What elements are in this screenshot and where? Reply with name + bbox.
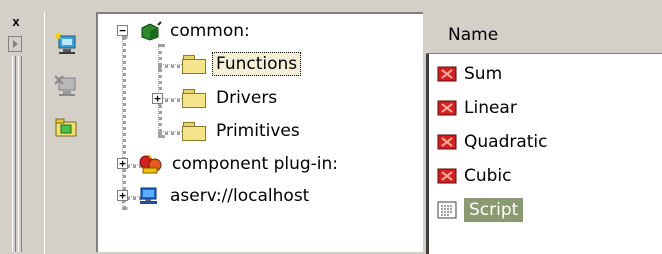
- list-item-label: Script: [464, 198, 524, 222]
- column-header-label: Name: [448, 25, 499, 45]
- close-icon[interactable]: x: [10, 15, 22, 28]
- cube-icon: [141, 21, 162, 41]
- tree-item-component-plugin[interactable]: component plug-in:: [138, 151, 338, 177]
- script-icon: [437, 201, 457, 219]
- list-item[interactable]: Sum: [436, 60, 502, 88]
- expand-toggle[interactable]: +: [117, 158, 128, 169]
- tree-item-label: Functions: [212, 52, 302, 76]
- tree-item-common[interactable]: common:: [138, 18, 250, 44]
- tree-item-label: Drivers: [216, 88, 278, 108]
- folder-icon: [182, 89, 206, 108]
- expand-toggle[interactable]: +: [117, 190, 128, 201]
- tree-item-label: aserv://localhost: [170, 186, 310, 206]
- list-item-label: Linear: [464, 98, 517, 118]
- side-toolbar: [44, 12, 95, 254]
- function-icon: [437, 100, 457, 116]
- list-item-label: Quadratic: [464, 132, 548, 152]
- tree-item-label: common:: [170, 21, 250, 41]
- dock-grip[interactable]: [12, 56, 16, 252]
- tree-item-functions[interactable]: Functions: [182, 51, 302, 77]
- dock-collapse-arrow[interactable]: [8, 36, 22, 52]
- collapse-toggle[interactable]: −: [117, 25, 128, 36]
- tree-item-label: Primitives: [216, 121, 300, 141]
- add-server-button[interactable]: [53, 30, 79, 56]
- top-border: [0, 0, 662, 10]
- expand-toggle[interactable]: +: [152, 93, 163, 104]
- add-server-icon: [53, 30, 76, 54]
- folder-icon: [182, 55, 206, 74]
- list-item[interactable]: Linear: [436, 94, 517, 122]
- column-header-name[interactable]: Name: [426, 12, 662, 54]
- folder-icon: [182, 122, 206, 141]
- function-icon: [437, 134, 457, 150]
- list-item[interactable]: Quadratic: [436, 128, 548, 156]
- list-item-label: Cubic: [464, 166, 512, 186]
- list-item-label: Sum: [464, 64, 503, 84]
- tree-item-aserv[interactable]: aserv://localhost: [138, 183, 309, 209]
- remove-server-icon: [54, 75, 76, 96]
- remove-server-button[interactable]: [53, 72, 79, 98]
- tree-item-label: component plug-in:: [172, 154, 339, 174]
- tree-connector: [122, 36, 126, 210]
- open-folder-button[interactable]: [53, 114, 79, 140]
- tree-item-primitives[interactable]: Primitives: [182, 118, 300, 144]
- function-icon: [437, 66, 457, 82]
- tree-panel: − common: Functions + Drivers Primitives…: [96, 12, 423, 252]
- tree-connector: [158, 44, 162, 138]
- list-item-selected[interactable]: Script: [436, 196, 524, 224]
- list-item[interactable]: Cubic: [436, 162, 512, 190]
- list-body: Sum Linear Quadratic Cubic Script: [426, 54, 662, 252]
- open-folder-icon: [55, 118, 77, 137]
- computer-icon: [140, 187, 157, 204]
- tree-item-drivers[interactable]: Drivers: [182, 85, 277, 111]
- dock-grip-secondary: [18, 56, 22, 252]
- function-icon: [437, 168, 457, 184]
- plugin-icon: [139, 154, 162, 174]
